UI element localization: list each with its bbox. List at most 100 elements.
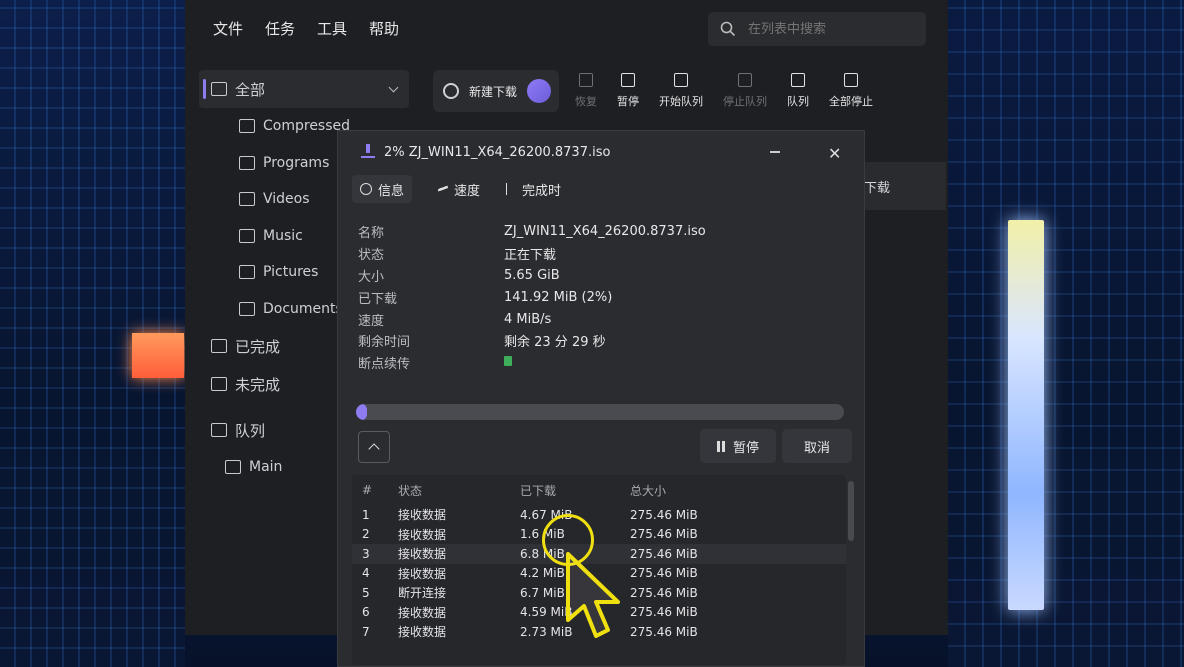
document-icon [239, 301, 255, 316]
image-icon [239, 265, 255, 280]
toolbar: 新建下载 恢复 暂停 开始队列 停止队列 队列 全部停止 [433, 62, 948, 120]
cell: 275.46 MiB [630, 605, 698, 620]
folder-icon [211, 339, 227, 353]
pause-icon [621, 73, 635, 87]
apps-icon [239, 155, 255, 170]
pause-download-button[interactable]: 暂停 [700, 429, 776, 463]
sidebar-item-label: 队列 [235, 421, 266, 440]
minimize-icon[interactable] [770, 151, 780, 153]
desktop-wallpaper-right [948, 0, 1184, 667]
info-row-name: 名称 ZJ_WIN11_X64_26200.8737.iso [358, 221, 706, 243]
title-bar: 文件 任务 工具 帮助 [185, 0, 948, 58]
menu-help[interactable]: 帮助 [369, 18, 399, 39]
cell: 接收数据 [398, 625, 447, 640]
folder-icon [211, 377, 227, 391]
info-row-speed: 速度 4 MiB/s [358, 308, 706, 330]
tab-label: 信息 [378, 183, 405, 199]
cell: 6 [362, 605, 370, 620]
queue-icon [211, 423, 227, 437]
archive-icon [239, 119, 255, 134]
tab-on-complete[interactable]: 完成时 [506, 175, 561, 203]
tab-info[interactable]: 信息 [352, 175, 413, 203]
new-download-label: 新建下载 [469, 84, 518, 99]
start-queue-button[interactable]: 开始队列 [649, 62, 713, 120]
sidebar-item-label: Main [249, 459, 283, 476]
search-input[interactable] [746, 20, 920, 38]
stop-all-button[interactable]: 全部停止 [819, 62, 883, 120]
new-download-button[interactable]: 新建下载 [433, 70, 559, 112]
menu-task[interactable]: 任务 [265, 18, 295, 39]
table-scrollbar[interactable] [848, 481, 854, 541]
tab-label: 速度 [454, 183, 481, 199]
video-icon [239, 192, 255, 207]
folder-icon [225, 460, 241, 475]
queue-label: 队列 [787, 95, 809, 108]
cell: 2 [362, 527, 370, 542]
link-icon [443, 83, 459, 99]
info-row-size: 大小 5.65 GiB [358, 265, 706, 287]
cell: 断开连接 [398, 586, 447, 601]
info-value: 5.65 GiB [504, 267, 560, 283]
table-row[interactable]: 1 接收数据 4.67 MiB 275.46 MiB [352, 505, 846, 525]
progress-fill [356, 404, 367, 420]
column-header[interactable]: # [352, 483, 398, 497]
sidebar-item-label: 全部 [235, 80, 266, 99]
column-header[interactable]: 总大小 [630, 482, 750, 499]
tab-label: 完成时 [522, 183, 562, 199]
info-key: 剩余时间 [358, 335, 411, 351]
stop-queue-button[interactable]: 停止队列 [713, 62, 777, 120]
cell: 7 [362, 624, 370, 639]
info-key: 已下载 [358, 291, 398, 307]
close-icon[interactable]: ✕ [828, 144, 841, 163]
pause-button[interactable]: 暂停 [607, 62, 649, 120]
sidebar-item-label: 未完成 [235, 375, 281, 394]
info-key: 大小 [358, 269, 385, 285]
queue-start-icon [674, 73, 688, 87]
cell: 接收数据 [398, 527, 447, 542]
resume-supported-indicator [504, 356, 512, 367]
sidebar-item-label: Pictures [263, 264, 319, 281]
table-header: # 状态 已下载 总大小 [352, 475, 846, 505]
menu-file[interactable]: 文件 [213, 18, 243, 39]
cell: 3 [362, 546, 370, 561]
stop-icon [844, 73, 858, 87]
download-list-row-partial[interactable]: 下载 [864, 162, 946, 210]
download-list-text: 下载 [864, 180, 891, 196]
info-value: 141.92 MiB (2%) [504, 289, 613, 305]
queue-button[interactable]: 队列 [777, 62, 819, 120]
info-row-remaining: 剩余时间 剩余 23 分 29 秒 [358, 330, 706, 352]
sidebar-item-all[interactable]: 全部 [199, 70, 409, 108]
cell: 1 [362, 507, 370, 522]
collapse-button[interactable] [358, 431, 390, 463]
download-progress-bar [356, 404, 844, 420]
cancel-download-button[interactable]: 取消 [782, 429, 852, 463]
menu-tools[interactable]: 工具 [317, 18, 347, 39]
folder-icon [211, 82, 227, 96]
music-icon [239, 228, 255, 243]
sidebar-item-label: Documents [263, 300, 343, 317]
dialog-tabs: 信息 速度 完成时 [352, 175, 561, 203]
sidebar-item-label: Programs [263, 154, 330, 171]
cell: 275.46 MiB [630, 566, 698, 581]
stop-queue-label: 停止队列 [723, 95, 767, 108]
cell: 接收数据 [398, 547, 447, 562]
info-key: 速度 [358, 313, 385, 329]
wallpaper-neon-sign [132, 333, 184, 378]
column-header[interactable]: 已下载 [520, 482, 630, 499]
resume-button[interactable]: 恢复 [565, 62, 607, 120]
cell: 接收数据 [398, 566, 447, 581]
start-queue-label: 开始队列 [659, 95, 703, 108]
column-header[interactable]: 状态 [398, 482, 520, 499]
cell: 275.46 MiB [630, 546, 698, 561]
search-box[interactable] [708, 12, 926, 46]
cancel-download-label: 取消 [803, 440, 830, 456]
tab-speed[interactable]: 速度 [438, 175, 480, 203]
avatar[interactable] [527, 79, 552, 103]
info-key: 断点续传 [358, 357, 411, 373]
cell: 275.46 MiB [630, 527, 698, 542]
chevron-down-icon[interactable] [388, 82, 399, 93]
info-value: 4 MiB/s [504, 311, 552, 327]
dialog-title-bar: 2% ZJ_WIN11_X64_26200.8737.iso ✕ [338, 131, 866, 173]
stop-all-label: 全部停止 [829, 95, 873, 108]
table-row[interactable]: 2 接收数据 1.6 MiB 275.46 MiB [352, 525, 846, 545]
